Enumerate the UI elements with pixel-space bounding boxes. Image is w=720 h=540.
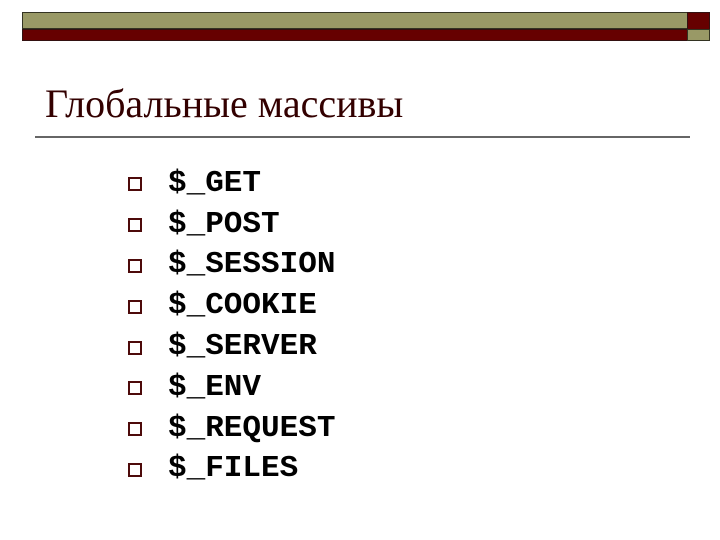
list-item-label: $_SESSION [168, 247, 336, 283]
list-item: $_POST [128, 204, 335, 245]
square-bullet-icon [128, 340, 142, 355]
list-item-label: $_COOKIE [168, 288, 317, 324]
list-item-label: $_FILES [168, 451, 299, 487]
list-item-label: $_REQUEST [168, 410, 336, 446]
bullet-list: $_GET $_POST $_SESSION $_COOKIE $_SERVER… [128, 163, 335, 489]
square-bullet-icon [128, 422, 142, 437]
list-item-label: $_SERVER [168, 329, 317, 365]
list-item: $_GET [128, 163, 335, 204]
slide-title: Глобальные массивы [45, 81, 404, 126]
square-bullet-icon [128, 258, 142, 273]
list-item-label: $_ENV [168, 369, 262, 405]
list-item: $_SERVER [128, 326, 335, 367]
square-bullet-icon [128, 299, 142, 314]
list-item-label: $_GET [168, 165, 262, 201]
list-item: $_ENV [128, 367, 335, 408]
square-bullet-icon [128, 462, 142, 477]
header-corner-square-maroon [687, 12, 710, 30]
header-corner-square-olive [687, 29, 710, 41]
list-item: $_REQUEST [128, 408, 335, 449]
title-divider [35, 136, 690, 138]
list-item-label: $_POST [168, 206, 280, 242]
slide: Глобальные массивы $_GET $_POST $_SESSIO… [0, 0, 720, 540]
list-item: $_FILES [128, 449, 335, 490]
header-band-maroon [22, 29, 688, 41]
square-bullet-icon [128, 218, 142, 233]
square-bullet-icon [128, 177, 142, 192]
list-item: $_COOKIE [128, 285, 335, 326]
list-item: $_SESSION [128, 245, 335, 286]
square-bullet-icon [128, 381, 142, 396]
header-band-olive [22, 12, 688, 29]
